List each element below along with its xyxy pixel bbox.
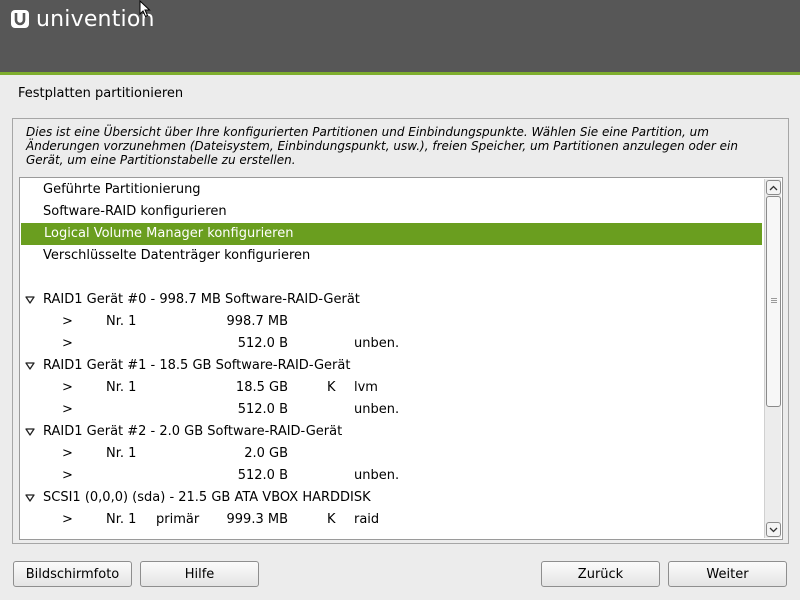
continue-button[interactable]: Weiter	[668, 561, 787, 587]
partition-number: Nr. 1	[106, 314, 137, 329]
partition-filesystem: lvm	[354, 380, 378, 395]
header-accent-line	[0, 72, 800, 75]
menu-item[interactable]: Logical Volume Manager konfigurieren	[21, 223, 762, 245]
partition-row[interactable]: > Nr. 1 2.0 GB	[20, 443, 762, 465]
partition-list[interactable]: Geführte Partitionierung Software-RAID ko…	[19, 177, 783, 540]
expander-triangle-icon[interactable]	[25, 428, 35, 436]
menu-item-label: Verschlüsselte Datenträger konfigurieren	[43, 248, 311, 263]
help-button[interactable]: Hilfe	[140, 561, 259, 587]
partition-arrow: >	[62, 336, 73, 351]
partition-row[interactable]: >512.0 B unben.	[20, 465, 762, 487]
expander-triangle-icon[interactable]	[25, 362, 35, 370]
partition-arrow: >	[62, 380, 73, 395]
partition-row[interactable]: > Nr. 1 primär 999.3 MB Kraid	[20, 509, 762, 531]
partition-flag: K	[327, 512, 336, 527]
partition-row[interactable]: > Nr. 1 998.7 MB	[20, 311, 762, 333]
screenshot-button[interactable]: Bildschirmfoto	[13, 561, 132, 587]
menu-item[interactable]: Software-RAID konfigurieren	[20, 201, 762, 223]
partition-filesystem: unben.	[354, 336, 400, 351]
page-title: Festplatten partitionieren	[18, 86, 184, 101]
expander-triangle-icon[interactable]	[25, 494, 35, 502]
menu-item[interactable]: Geführte Partitionierung	[20, 179, 762, 201]
scrollbar-thumb[interactable]	[766, 196, 781, 407]
partition-size: 2.0 GB	[244, 446, 288, 461]
partition-type: primär	[156, 512, 200, 527]
partition-arrow: >	[62, 446, 73, 461]
partition-flag: K	[327, 380, 336, 395]
device-label: SCSI1 (0,0,0) (sda) - 21.5 GB ATA VBOX H…	[43, 490, 371, 505]
menu-item-label: Geführte Partitionierung	[43, 182, 201, 197]
description-text: Dies ist eine Übersicht über Ihre konfig…	[26, 125, 738, 167]
scroll-down-button[interactable]	[766, 522, 781, 537]
logo-text: univention	[36, 6, 155, 32]
chevron-down-icon	[769, 527, 778, 532]
vertical-scrollbar[interactable]	[764, 179, 781, 538]
partition-size: 18.5 GB	[235, 380, 288, 395]
device-label: RAID1 Gerät #2 - 2.0 GB Software-RAID-Ge…	[43, 424, 343, 439]
device-row[interactable]: RAID1 Gerät #0 - 998.7 MB Software-RAID-…	[20, 289, 762, 311]
menu-item[interactable]: Verschlüsselte Datenträger konfigurieren	[20, 245, 762, 267]
partition-row[interactable]: >512.0 B unben.	[20, 333, 762, 355]
partition-row[interactable]: > Nr. 1 18.5 GB Klvm	[20, 377, 762, 399]
partition-filesystem: unben.	[354, 468, 400, 483]
expander-triangle-icon[interactable]	[25, 296, 35, 304]
univention-logo: univention	[10, 4, 155, 34]
menu-item-label: Software-RAID konfigurieren	[43, 204, 227, 219]
device-row[interactable]: RAID1 Gerät #2 - 2.0 GB Software-RAID-Ge…	[20, 421, 762, 443]
partition-size: 512.0 B	[237, 402, 288, 417]
partition-size: 999.3 MB	[226, 512, 288, 527]
partition-size: 998.7 MB	[226, 314, 288, 329]
device-row[interactable]: SCSI1 (0,0,0) (sda) - 21.5 GB ATA VBOX H…	[20, 487, 762, 509]
back-button[interactable]: Zurück	[541, 561, 660, 587]
partition-arrow: >	[62, 468, 73, 483]
partition-arrow: >	[62, 402, 73, 417]
partition-number: Nr. 1	[106, 512, 137, 527]
menu-item-label: Logical Volume Manager konfigurieren	[44, 226, 294, 241]
partition-size: 512.0 B	[237, 336, 288, 351]
partition-number: Nr. 1	[106, 380, 137, 395]
partition-filesystem: raid	[354, 512, 380, 527]
partition-row[interactable]: >512.0 B unben.	[20, 399, 762, 421]
device-label: RAID1 Gerät #1 - 18.5 GB Software-RAID-G…	[43, 358, 351, 373]
partition-arrow: >	[62, 314, 73, 329]
chevron-up-icon	[769, 185, 778, 190]
partition-size: 512.0 B	[237, 468, 288, 483]
partition-number: Nr. 1	[106, 446, 137, 461]
scroll-up-button[interactable]	[766, 180, 781, 195]
device-label: RAID1 Gerät #0 - 998.7 MB Software-RAID-…	[43, 292, 360, 307]
partition-arrow: >	[62, 512, 73, 527]
mouse-cursor-icon	[139, 0, 151, 18]
device-row[interactable]: RAID1 Gerät #1 - 18.5 GB Software-RAID-G…	[20, 355, 762, 377]
univention-logo-icon	[11, 10, 29, 28]
partition-filesystem: unben.	[354, 402, 400, 417]
